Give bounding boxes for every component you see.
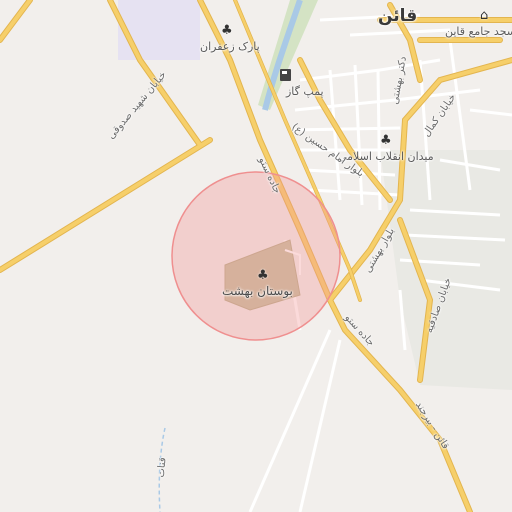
- tree-icon: ♣: [257, 268, 269, 283]
- fuel-icon: [280, 69, 291, 81]
- mosque-icon: ⌂: [480, 8, 489, 23]
- gas-station-label[interactable]: پمپ گاز: [286, 85, 324, 98]
- tree-icon: ♣: [221, 23, 233, 38]
- qanat-label: قنات: [155, 456, 169, 479]
- park-zaferan-label[interactable]: پارک زعفران: [200, 40, 260, 53]
- tree-icon: ♣: [380, 133, 392, 148]
- map-canvas[interactable]: قائن ♣ پارک زعفران پمپ گاز ♣ میدان انقلا…: [0, 0, 512, 512]
- highlight-circle[interactable]: [171, 171, 341, 341]
- mosque-label[interactable]: مسجد جامع قاین: [445, 25, 512, 38]
- city-label[interactable]: قائن: [378, 6, 417, 26]
- landuse-area: [118, 0, 200, 60]
- behesht-park-label[interactable]: بوستان بهشت: [222, 284, 293, 298]
